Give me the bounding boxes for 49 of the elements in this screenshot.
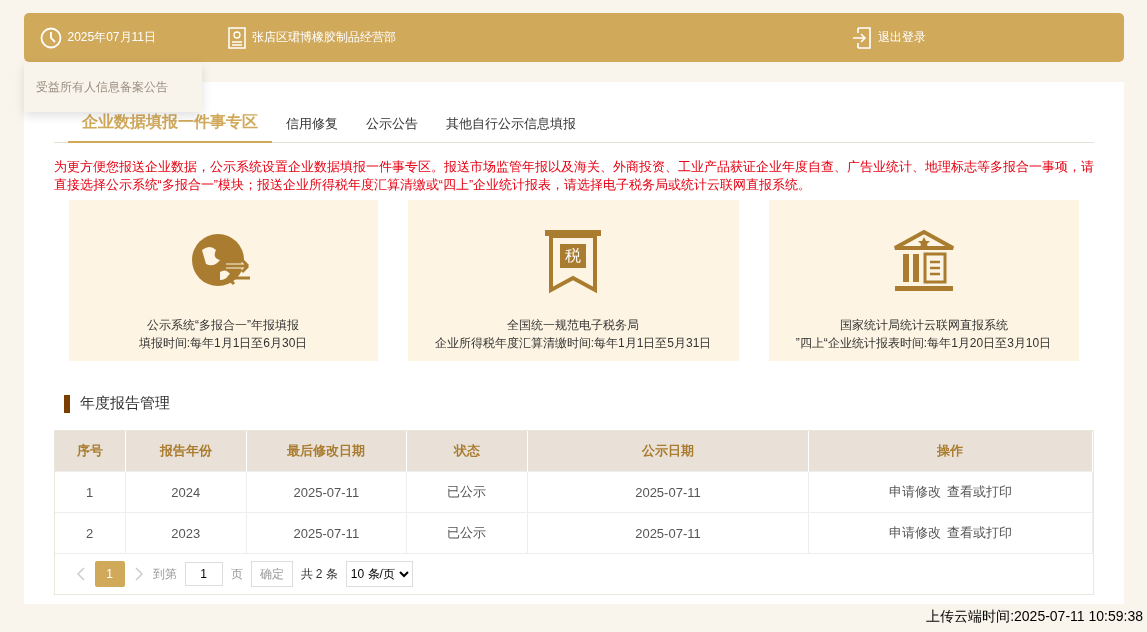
upload-time: 上传云端时间:2025-07-11 10:59:38 xyxy=(926,608,1143,626)
table-cell: 2025-07-11 xyxy=(527,512,809,553)
clock-icon xyxy=(39,26,62,49)
service-card[interactable]: 公示系统“多报合一”年报填报 填报时间:每年1月1日至6月30日 xyxy=(68,200,378,361)
notice-text: 为更方便您报送企业数据，公示系统设置企业数据填报一件事专区。报送市场监管年报以及海关、外商投资、工业产品获证企业年度自查、广告业统计、地理标志等多报合一事项，请直接选择公示系统“多报合一”模块；报送企业所得税年度汇算清缴或“四上”企业统计报表，请选择电子税务局或统计云联网直报系统。 xyxy=(53,159,1094,194)
tab[interactable]: 信用修复 xyxy=(271,115,352,143)
id-card-icon xyxy=(228,26,246,49)
total-count: 共 2 条 xyxy=(300,565,338,583)
column-header: 序号 xyxy=(54,431,126,472)
logout-icon xyxy=(852,26,872,49)
tax-character: 税 xyxy=(560,244,586,268)
card-title: 国家统计局统计云联网直报系统 xyxy=(839,317,1008,334)
action-link[interactable]: 申请修改 xyxy=(888,484,941,499)
table-cell: 1 xyxy=(54,471,126,513)
action-link[interactable]: 查看或打印 xyxy=(946,525,1012,540)
card-subtitle: 填报时间:每年1月1日至6月30日 xyxy=(138,335,308,352)
current-date: 2025年07月11日 xyxy=(67,29,156,46)
table-cell: 2 xyxy=(54,512,126,553)
column-header: 状态 xyxy=(406,431,528,472)
page-unit: 页 xyxy=(230,565,243,583)
table-cell: 2023 xyxy=(125,512,247,553)
tab[interactable]: 其他自行公示信息填报 xyxy=(431,115,590,143)
section-marker xyxy=(63,394,70,413)
card-subtitle: 企业所得税年度汇算清缴时间:每年1月1日至5月31日 xyxy=(434,335,712,352)
table-cell: 已公示 xyxy=(406,471,528,513)
action-link[interactable]: 申请修改 xyxy=(888,525,941,540)
page-size-select[interactable]: 10 条/页 xyxy=(345,561,413,587)
tab[interactable]: 公示公告 xyxy=(351,115,432,143)
company-name: 张店区珺博橡胶制品经营部 xyxy=(252,29,396,46)
column-header: 报告年份 xyxy=(125,431,247,472)
table-cell: 2025-07-11 xyxy=(246,471,407,513)
card-title: 全国统一规范电子税务局 xyxy=(507,317,639,334)
previous-page-icon[interactable] xyxy=(74,567,87,581)
column-header: 操作 xyxy=(808,431,1092,472)
column-header: 公示日期 xyxy=(527,431,809,472)
card-title: 公示系统“多报合一”年报填报 xyxy=(147,317,299,334)
page-input[interactable]: 1 xyxy=(184,562,223,586)
goto-label: 到第 xyxy=(152,565,177,583)
column-header: 最后修改日期 xyxy=(246,431,407,472)
next-page-icon[interactable] xyxy=(132,567,145,581)
section-title: 年度报告管理 xyxy=(79,394,170,413)
table-cell: 2025-07-11 xyxy=(527,471,809,513)
table-cell: 2025-07-11 xyxy=(246,512,407,553)
table-cell: 已公示 xyxy=(406,512,528,553)
service-card[interactable]: 税 全国统一规范电子税务局 企业所得税年度汇算清缴时间:每年1月1日至5月31日 xyxy=(407,200,739,361)
service-card[interactable]: 国家统计局统计云联网直报系统 ”四上“企业统计报表时间:每年1月20日至3月10日 xyxy=(768,200,1079,361)
table-cell: 2024 xyxy=(125,471,247,513)
action-link[interactable]: 查看或打印 xyxy=(946,484,1012,499)
card-subtitle: ”四上“企业统计报表时间:每年1月20日至3月10日 xyxy=(795,335,1052,352)
